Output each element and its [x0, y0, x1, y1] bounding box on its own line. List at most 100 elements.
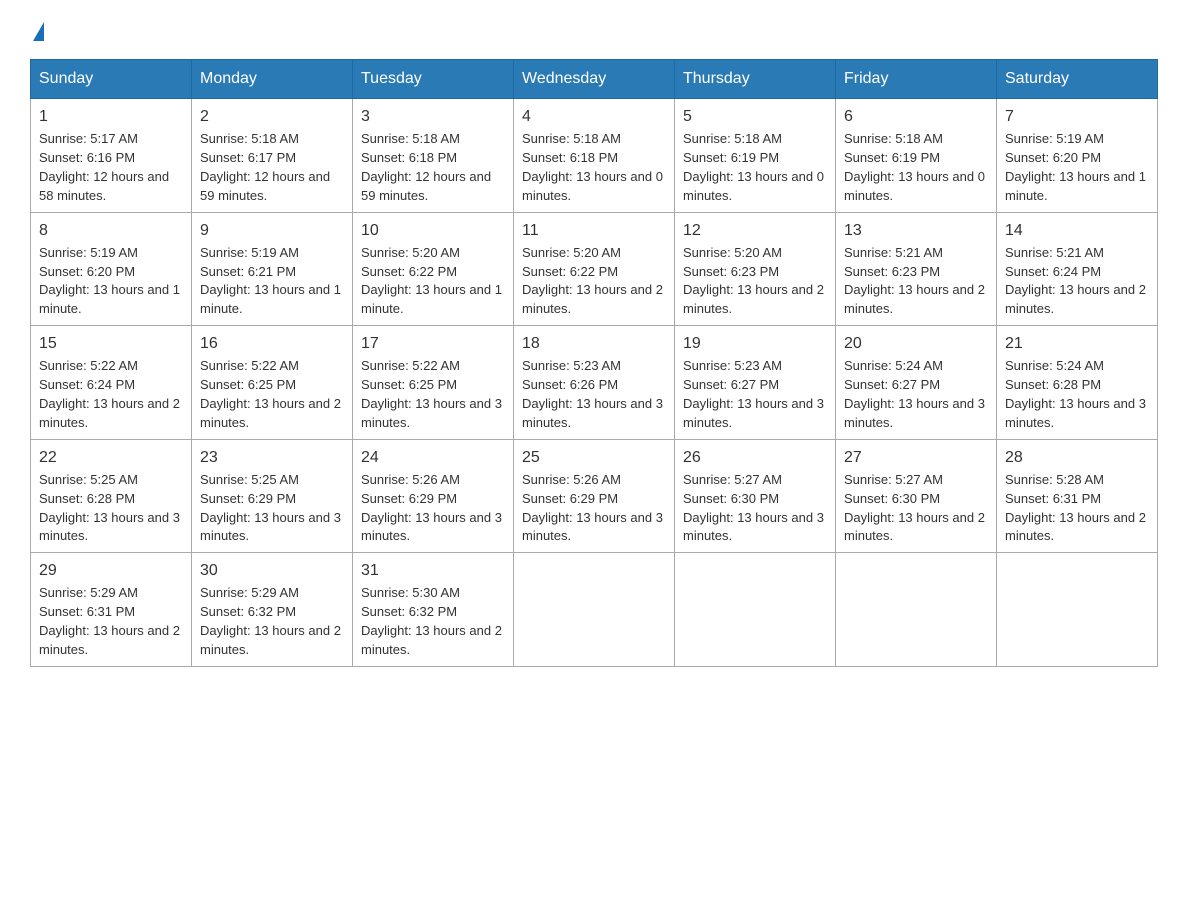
calendar-cell: 1 Sunrise: 5:17 AMSunset: 6:16 PMDaylight… — [31, 99, 192, 213]
col-header-wednesday: Wednesday — [514, 60, 675, 99]
day-sunrise: Sunrise: 5:19 AMSunset: 6:21 PMDaylight:… — [200, 245, 341, 317]
calendar-cell: 17 Sunrise: 5:22 AMSunset: 6:25 PMDayligh… — [353, 326, 514, 440]
day-sunrise: Sunrise: 5:29 AMSunset: 6:32 PMDaylight:… — [200, 585, 341, 657]
day-sunrise: Sunrise: 5:26 AMSunset: 6:29 PMDaylight:… — [361, 472, 502, 544]
day-number: 21 — [1005, 332, 1149, 355]
day-sunrise: Sunrise: 5:18 AMSunset: 6:19 PMDaylight:… — [844, 131, 985, 203]
calendar-cell: 21 Sunrise: 5:24 AMSunset: 6:28 PMDayligh… — [997, 326, 1158, 440]
day-number: 18 — [522, 332, 666, 355]
day-sunrise: Sunrise: 5:20 AMSunset: 6:22 PMDaylight:… — [522, 245, 663, 317]
page-header — [30, 20, 1158, 39]
calendar-cell: 18 Sunrise: 5:23 AMSunset: 6:26 PMDayligh… — [514, 326, 675, 440]
day-sunrise: Sunrise: 5:22 AMSunset: 6:24 PMDaylight:… — [39, 358, 180, 430]
calendar-cell: 26Sunrise: 5:27 AMSunset: 6:30 PMDayligh… — [675, 439, 836, 553]
day-number: 22 — [39, 446, 183, 469]
day-sunrise: Sunrise: 5:22 AMSunset: 6:25 PMDaylight:… — [361, 358, 502, 430]
day-number: 8 — [39, 219, 183, 242]
calendar-week-row: 15 Sunrise: 5:22 AMSunset: 6:24 PMDayligh… — [31, 326, 1158, 440]
day-number: 5 — [683, 105, 827, 128]
col-header-saturday: Saturday — [997, 60, 1158, 99]
calendar-cell: 30 Sunrise: 5:29 AMSunset: 6:32 PMDayligh… — [192, 553, 353, 667]
day-number: 25 — [522, 446, 666, 469]
day-number: 6 — [844, 105, 988, 128]
calendar-cell: 19Sunrise: 5:23 AMSunset: 6:27 PMDayligh… — [675, 326, 836, 440]
col-header-monday: Monday — [192, 60, 353, 99]
calendar-cell: 23 Sunrise: 5:25 AMSunset: 6:29 PMDayligh… — [192, 439, 353, 553]
day-sunrise: Sunrise: 5:25 AMSunset: 6:28 PMDaylight:… — [39, 472, 180, 544]
calendar-table: SundayMondayTuesdayWednesdayThursdayFrid… — [30, 59, 1158, 667]
day-sunrise: Sunrise: 5:18 AMSunset: 6:19 PMDaylight:… — [683, 131, 824, 203]
calendar-cell: 4Sunrise: 5:18 AMSunset: 6:18 PMDaylight… — [514, 99, 675, 213]
col-header-thursday: Thursday — [675, 60, 836, 99]
calendar-cell: 3 Sunrise: 5:18 AMSunset: 6:18 PMDaylight… — [353, 99, 514, 213]
day-sunrise: Sunrise: 5:26 AMSunset: 6:29 PMDaylight:… — [522, 472, 663, 544]
day-sunrise: Sunrise: 5:28 AMSunset: 6:31 PMDaylight:… — [1005, 472, 1146, 544]
day-number: 7 — [1005, 105, 1149, 128]
day-sunrise: Sunrise: 5:20 AMSunset: 6:23 PMDaylight:… — [683, 245, 824, 317]
calendar-cell: 20 Sunrise: 5:24 AMSunset: 6:27 PMDayligh… — [836, 326, 997, 440]
day-number: 9 — [200, 219, 344, 242]
day-sunrise: Sunrise: 5:21 AMSunset: 6:24 PMDaylight:… — [1005, 245, 1146, 317]
day-sunrise: Sunrise: 5:24 AMSunset: 6:27 PMDaylight:… — [844, 358, 985, 430]
day-sunrise: Sunrise: 5:21 AMSunset: 6:23 PMDaylight:… — [844, 245, 985, 317]
day-number: 11 — [522, 219, 666, 242]
day-sunrise: Sunrise: 5:18 AMSunset: 6:17 PMDaylight:… — [200, 131, 330, 203]
calendar-week-row: 22 Sunrise: 5:25 AMSunset: 6:28 PMDayligh… — [31, 439, 1158, 553]
day-number: 24 — [361, 446, 505, 469]
calendar-cell: 13 Sunrise: 5:21 AMSunset: 6:23 PMDayligh… — [836, 212, 997, 326]
calendar-cell: 2Sunrise: 5:18 AMSunset: 6:17 PMDaylight… — [192, 99, 353, 213]
day-number: 16 — [200, 332, 344, 355]
day-number: 30 — [200, 559, 344, 582]
day-number: 3 — [361, 105, 505, 128]
calendar-cell — [997, 553, 1158, 667]
calendar-cell: 14 Sunrise: 5:21 AMSunset: 6:24 PMDayligh… — [997, 212, 1158, 326]
day-sunrise: Sunrise: 5:22 AMSunset: 6:25 PMDaylight:… — [200, 358, 341, 430]
calendar-week-row: 29 Sunrise: 5:29 AMSunset: 6:31 PMDayligh… — [31, 553, 1158, 667]
day-sunrise: Sunrise: 5:25 AMSunset: 6:29 PMDaylight:… — [200, 472, 341, 544]
day-number: 29 — [39, 559, 183, 582]
day-number: 10 — [361, 219, 505, 242]
day-number: 23 — [200, 446, 344, 469]
calendar-cell: 25 Sunrise: 5:26 AMSunset: 6:29 PMDayligh… — [514, 439, 675, 553]
col-header-sunday: Sunday — [31, 60, 192, 99]
day-number: 14 — [1005, 219, 1149, 242]
day-number: 20 — [844, 332, 988, 355]
calendar-cell — [514, 553, 675, 667]
calendar-cell: 15 Sunrise: 5:22 AMSunset: 6:24 PMDayligh… — [31, 326, 192, 440]
calendar-cell: 31Sunrise: 5:30 AMSunset: 6:32 PMDayligh… — [353, 553, 514, 667]
calendar-cell — [836, 553, 997, 667]
day-sunrise: Sunrise: 5:29 AMSunset: 6:31 PMDaylight:… — [39, 585, 180, 657]
day-sunrise: Sunrise: 5:19 AMSunset: 6:20 PMDaylight:… — [1005, 131, 1146, 203]
day-sunrise: Sunrise: 5:23 AMSunset: 6:27 PMDaylight:… — [683, 358, 824, 430]
col-header-tuesday: Tuesday — [353, 60, 514, 99]
logo-triangle-icon — [33, 22, 44, 41]
day-number: 12 — [683, 219, 827, 242]
day-number: 4 — [522, 105, 666, 128]
calendar-cell: 11 Sunrise: 5:20 AMSunset: 6:22 PMDayligh… — [514, 212, 675, 326]
day-number: 31 — [361, 559, 505, 582]
calendar-cell: 9 Sunrise: 5:19 AMSunset: 6:21 PMDaylight… — [192, 212, 353, 326]
calendar-cell: 6 Sunrise: 5:18 AMSunset: 6:19 PMDaylight… — [836, 99, 997, 213]
calendar-cell: 27Sunrise: 5:27 AMSunset: 6:30 PMDayligh… — [836, 439, 997, 553]
day-number: 27 — [844, 446, 988, 469]
logo — [30, 20, 44, 39]
day-number: 17 — [361, 332, 505, 355]
day-number: 15 — [39, 332, 183, 355]
calendar-cell: 10 Sunrise: 5:20 AMSunset: 6:22 PMDayligh… — [353, 212, 514, 326]
calendar-cell — [675, 553, 836, 667]
calendar-cell: 16 Sunrise: 5:22 AMSunset: 6:25 PMDayligh… — [192, 326, 353, 440]
day-number: 1 — [39, 105, 183, 128]
day-sunrise: Sunrise: 5:20 AMSunset: 6:22 PMDaylight:… — [361, 245, 502, 317]
calendar-week-row: 8 Sunrise: 5:19 AMSunset: 6:20 PMDaylight… — [31, 212, 1158, 326]
calendar-cell: 8 Sunrise: 5:19 AMSunset: 6:20 PMDaylight… — [31, 212, 192, 326]
calendar-week-row: 1 Sunrise: 5:17 AMSunset: 6:16 PMDaylight… — [31, 99, 1158, 213]
day-sunrise: Sunrise: 5:23 AMSunset: 6:26 PMDaylight:… — [522, 358, 663, 430]
day-sunrise: Sunrise: 5:17 AMSunset: 6:16 PMDaylight:… — [39, 131, 169, 203]
day-sunrise: Sunrise: 5:18 AMSunset: 6:18 PMDaylight:… — [361, 131, 491, 203]
day-sunrise: Sunrise: 5:19 AMSunset: 6:20 PMDaylight:… — [39, 245, 180, 317]
calendar-cell: 22 Sunrise: 5:25 AMSunset: 6:28 PMDayligh… — [31, 439, 192, 553]
day-sunrise: Sunrise: 5:24 AMSunset: 6:28 PMDaylight:… — [1005, 358, 1146, 430]
day-number: 13 — [844, 219, 988, 242]
calendar-cell: 29 Sunrise: 5:29 AMSunset: 6:31 PMDayligh… — [31, 553, 192, 667]
col-header-friday: Friday — [836, 60, 997, 99]
